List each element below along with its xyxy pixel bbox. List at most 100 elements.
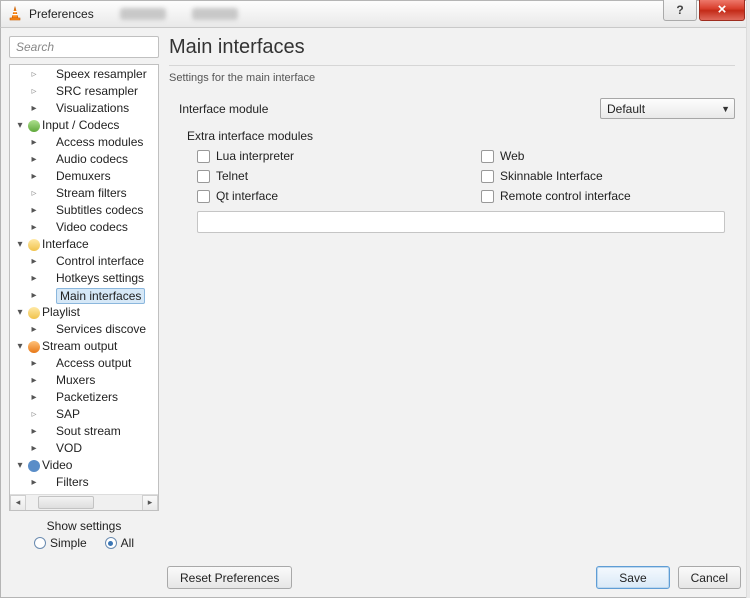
interface-module-label: Interface module — [179, 102, 600, 116]
interface-module-select[interactable]: Default ▼ — [600, 98, 735, 119]
checkbox-icon — [197, 170, 210, 183]
window-title: Preferences — [29, 7, 94, 21]
scroll-left-icon[interactable]: ◂ — [10, 495, 26, 511]
save-button[interactable]: Save — [596, 566, 669, 589]
tree-item-label: VOD — [56, 440, 82, 457]
tree-item-label: Access modules — [56, 134, 143, 151]
tree-expander-icon[interactable] — [28, 219, 40, 236]
reset-preferences-button[interactable]: Reset Preferences — [167, 566, 292, 589]
cancel-button[interactable]: Cancel — [678, 566, 741, 589]
checkbox-option[interactable]: Remote control interface — [481, 189, 735, 203]
tree-expander-icon[interactable] — [28, 389, 40, 406]
radio-icon — [34, 537, 46, 549]
title-bar: Preferences ? × — [0, 0, 750, 28]
checkbox-label: Web — [500, 149, 524, 163]
window-controls: ? × — [661, 0, 745, 21]
horizontal-scrollbar[interactable]: ◂ ▸ — [10, 494, 158, 510]
tree-expander-icon[interactable] — [28, 202, 40, 219]
checkbox-icon — [481, 150, 494, 163]
checkbox-label: Telnet — [216, 169, 248, 183]
divider — [169, 65, 735, 66]
tree-item-label: Access output — [56, 355, 131, 372]
tree-expander-icon[interactable] — [28, 83, 40, 100]
tree-item[interactable]: Sout stream — [10, 423, 158, 440]
tree-item[interactable]: Video codecs — [10, 219, 158, 236]
scroll-right-icon[interactable]: ▸ — [142, 495, 158, 511]
tree-item-label: Services discove — [56, 321, 146, 338]
blurred-text — [120, 8, 166, 20]
radio-simple[interactable]: Simple — [34, 536, 87, 550]
tree-expander-icon[interactable] — [28, 134, 40, 151]
tree-expander-icon[interactable] — [28, 423, 40, 440]
tree-expander-icon[interactable] — [14, 338, 26, 355]
tree-expander-icon[interactable] — [28, 151, 40, 168]
tree-item[interactable]: Playlist — [10, 304, 158, 321]
tree-expander-icon[interactable] — [28, 270, 40, 287]
show-settings-label: Show settings — [9, 519, 159, 533]
checkbox-option[interactable]: Skinnable Interface — [481, 169, 735, 183]
tree-item[interactable]: Speex resampler — [10, 66, 158, 83]
radio-icon — [105, 537, 117, 549]
main-panel: Main interfaces Settings for the main in… — [169, 36, 741, 550]
tree-expander-icon[interactable] — [14, 117, 26, 134]
checkbox-option[interactable]: Qt interface — [197, 189, 451, 203]
tree-expander-icon[interactable] — [28, 253, 40, 270]
tree-item[interactable]: Interface — [10, 236, 158, 253]
tree-expander-icon[interactable] — [14, 236, 26, 253]
tree-item[interactable]: Muxers — [10, 372, 158, 389]
tree-expander-icon[interactable] — [28, 66, 40, 83]
tree-item[interactable]: VOD — [10, 440, 158, 457]
tree-item-label: Video codecs — [56, 219, 128, 236]
tree-expander-icon[interactable] — [28, 168, 40, 185]
tree-expander-icon[interactable] — [28, 100, 40, 117]
tree-item[interactable]: Access modules — [10, 134, 158, 151]
tree-item-label: Subtitles codecs — [56, 202, 143, 219]
tree-item[interactable]: Input / Codecs — [10, 117, 158, 134]
vlc-cone-icon — [7, 6, 23, 22]
close-button[interactable]: × — [699, 0, 745, 21]
tree-item[interactable]: Demuxers — [10, 168, 158, 185]
tree-item[interactable]: Visualizations — [10, 100, 158, 117]
show-settings-group: Show settings Simple All — [9, 519, 159, 550]
tree-item[interactable]: SRC resampler — [10, 83, 158, 100]
tree-item[interactable]: Filters — [10, 474, 158, 491]
tree-expander-icon[interactable] — [14, 457, 26, 474]
tree-item-label: Video — [42, 457, 72, 474]
tree-item-label: Demuxers — [56, 168, 111, 185]
checkbox-option[interactable]: Web — [481, 149, 735, 163]
window-body: Search Speex resamplerSRC resamplerVisua… — [0, 28, 750, 598]
tree-category-icon — [26, 239, 42, 251]
tree-expander-icon[interactable] — [28, 474, 40, 491]
scroll-thumb[interactable] — [38, 496, 94, 509]
tree-item[interactable]: Services discove — [10, 321, 158, 338]
tree-item[interactable]: Video — [10, 457, 158, 474]
tree-expander-icon[interactable] — [28, 406, 40, 423]
tree-item[interactable]: Control interface — [10, 253, 158, 270]
checkbox-option[interactable]: Telnet — [197, 169, 451, 183]
extra-modules-input[interactable] — [197, 211, 725, 233]
tree-item[interactable]: Stream output — [10, 338, 158, 355]
help-button[interactable]: ? — [663, 0, 697, 21]
tree-expander-icon[interactable] — [14, 304, 26, 321]
tree-item[interactable]: Stream filters — [10, 185, 158, 202]
tree-item[interactable]: Main interfaces — [10, 287, 158, 304]
checkbox-option[interactable]: Lua interpreter — [197, 149, 451, 163]
tree-item-label: Interface — [42, 236, 89, 253]
tree-expander-icon[interactable] — [28, 321, 40, 338]
tree-item[interactable]: Hotkeys settings — [10, 270, 158, 287]
tree-expander-icon[interactable] — [28, 287, 40, 304]
radio-all[interactable]: All — [105, 536, 134, 550]
tree-expander-icon[interactable] — [28, 185, 40, 202]
tree-item-label: Muxers — [56, 372, 95, 389]
tree-item[interactable]: Audio codecs — [10, 151, 158, 168]
tree-item[interactable]: Subtitles codecs — [10, 202, 158, 219]
tree-item[interactable]: Access output — [10, 355, 158, 372]
tree-item[interactable]: Packetizers — [10, 389, 158, 406]
search-input[interactable]: Search — [9, 36, 159, 58]
tree-expander-icon[interactable] — [28, 355, 40, 372]
tree-item[interactable]: SAP — [10, 406, 158, 423]
tree-expander-icon[interactable] — [28, 372, 40, 389]
tree-item-label: SRC resampler — [56, 83, 138, 100]
checkbox-label: Qt interface — [216, 189, 278, 203]
tree-expander-icon[interactable] — [28, 440, 40, 457]
